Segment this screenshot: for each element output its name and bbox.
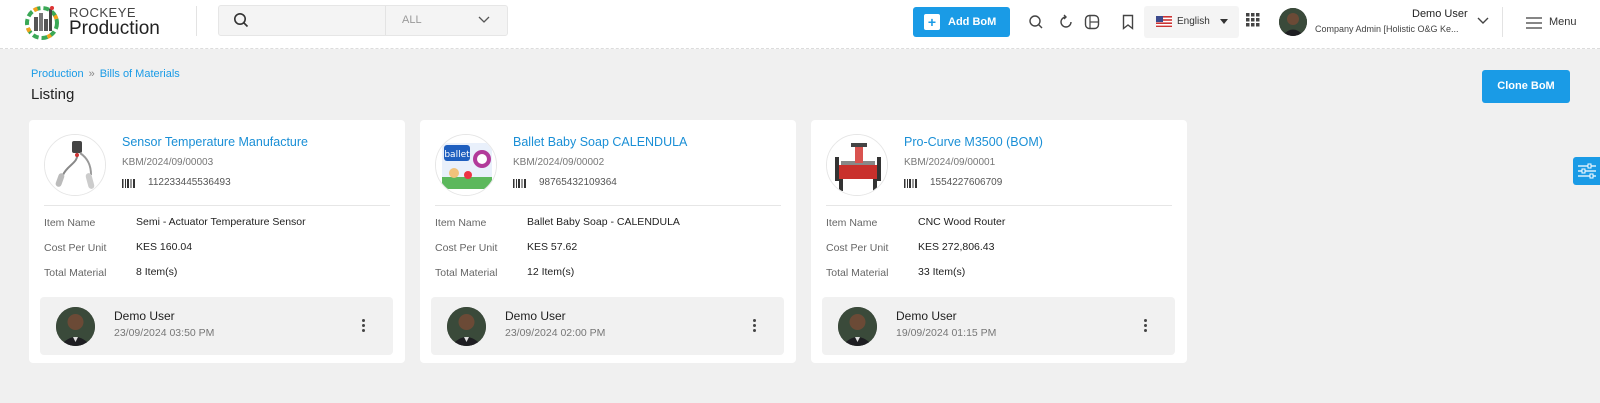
user-avatar [56,307,95,346]
total-material-label: Total Material [44,267,107,279]
plus-icon: + [924,14,940,30]
card-footer: Demo User 23/09/2024 03:50 PM [40,297,393,355]
item-name-value: CNC Wood Router [918,216,1006,228]
caret-down-icon [1220,19,1228,24]
menu-button[interactable]: Menu [1522,14,1592,34]
user-avatar[interactable] [1279,8,1307,36]
divider [1502,7,1503,37]
divider [826,205,1172,206]
total-material-value: 33 Item(s) [918,266,966,278]
divider [44,205,390,206]
sliders-icon [1578,163,1596,179]
barcode-icon [513,179,526,188]
baby-soap-image[interactable]: ballet [435,134,497,196]
card-title[interactable]: Ballet Baby Soap CALENDULA [513,135,687,149]
search-icon[interactable] [1027,13,1045,31]
created-by-name: Demo User [505,309,566,323]
card-code: KBM/2024/09/00001 [904,157,996,168]
apps-grid-icon[interactable] [1246,13,1260,27]
created-by-name: Demo User [114,309,175,323]
temperature-sensor-image[interactable] [44,134,106,196]
item-name-value: Semi - Actuator Temperature Sensor [136,216,306,228]
divider [435,205,781,206]
card-title[interactable]: Sensor Temperature Manufacture [122,135,308,149]
card-barcode-number: 1554227606709 [930,177,1003,188]
cnc-router-image[interactable] [826,134,888,196]
cost-per-unit-label: Cost Per Unit [435,242,498,254]
created-by-name: Demo User [896,309,957,323]
user-avatar [447,307,486,346]
refresh-icon[interactable] [1057,13,1075,31]
total-material-value: 12 Item(s) [527,266,575,278]
item-name-label: Item Name [44,217,96,229]
search-bar: ALL [218,5,508,36]
page-title: Listing [31,86,75,103]
top-header: ROCKEYE Production ALL + Add BoM English… [0,0,1600,49]
item-name-label: Item Name [435,217,487,229]
card-footer: Demo User 19/09/2024 01:15 PM [822,297,1175,355]
search-icon[interactable] [233,12,249,28]
add-bom-label: Add BoM [948,16,997,28]
bookmark-icon[interactable] [1119,13,1137,31]
chevron-down-icon [478,16,490,23]
card-title[interactable]: Pro-Curve M3500 (BOM) [904,135,1043,149]
card-barcode-number: 112233445536493 [148,177,231,188]
total-material-label: Total Material [826,267,889,279]
card-code: KBM/2024/09/00002 [513,157,605,168]
more-options-icon[interactable] [1140,317,1150,335]
divider [196,6,197,36]
total-material-value: 8 Item(s) [136,266,178,278]
filter-toggle-button[interactable] [1573,157,1600,185]
language-label: English [1177,16,1210,27]
breadcrumb-item-bills-of-materials[interactable]: Bills of Materials [100,68,180,80]
bom-card[interactable]: Sensor Temperature Manufacture KBM/2024/… [29,120,405,363]
search-scope-select[interactable]: ALL [385,6,508,35]
language-selector[interactable]: English [1144,6,1239,38]
card-code: KBM/2024/09/00003 [122,157,214,168]
us-flag-icon [1156,16,1172,27]
more-options-icon[interactable] [358,317,368,335]
item-name-label: Item Name [826,217,878,229]
cost-per-unit-value: KES 272,806.43 [918,241,995,253]
breadcrumb: Production » Bills of Materials [31,68,180,80]
menu-label: Menu [1549,16,1577,28]
barcode-icon [904,179,917,188]
search-scope-value: ALL [402,14,422,26]
card-barcode-number: 98765432109364 [539,177,617,188]
created-date: 19/09/2024 01:15 PM [896,327,997,339]
bom-card[interactable]: Pro-Curve M3500 (BOM) KBM/2024/09/00001 … [811,120,1187,363]
hamburger-icon [1526,17,1542,29]
cost-per-unit-value: KES 57.62 [527,241,578,253]
app-name: Production [69,18,160,39]
item-name-value: Ballet Baby Soap - CALENDULA [527,216,680,228]
user-role: Company Admin [Holistic O&G Ke... [1315,24,1459,34]
chevron-down-icon[interactable] [1476,14,1490,28]
cost-per-unit-label: Cost Per Unit [44,242,107,254]
created-date: 23/09/2024 02:00 PM [505,327,606,339]
created-date: 23/09/2024 03:50 PM [114,327,215,339]
user-name[interactable]: Demo User [1412,8,1468,20]
chevron-right-icon: » [88,68,95,80]
cost-per-unit-value: KES 160.04 [136,241,193,253]
user-avatar [838,307,877,346]
rockeye-logo-icon[interactable] [24,3,60,41]
bom-card[interactable]: ballet Ballet Baby Soap CALENDULA KBM/20… [420,120,796,363]
svg-text:ballet: ballet [444,150,470,160]
clone-bom-button[interactable]: Clone BoM [1482,70,1570,103]
search-input[interactable] [259,10,399,32]
add-bom-button[interactable]: + Add BoM [913,7,1010,37]
grid-view-icon[interactable] [1083,13,1101,31]
card-footer: Demo User 23/09/2024 02:00 PM [431,297,784,355]
breadcrumb-item-production[interactable]: Production [31,68,84,80]
barcode-icon [122,179,135,188]
more-options-icon[interactable] [749,317,759,335]
total-material-label: Total Material [435,267,498,279]
cost-per-unit-label: Cost Per Unit [826,242,889,254]
